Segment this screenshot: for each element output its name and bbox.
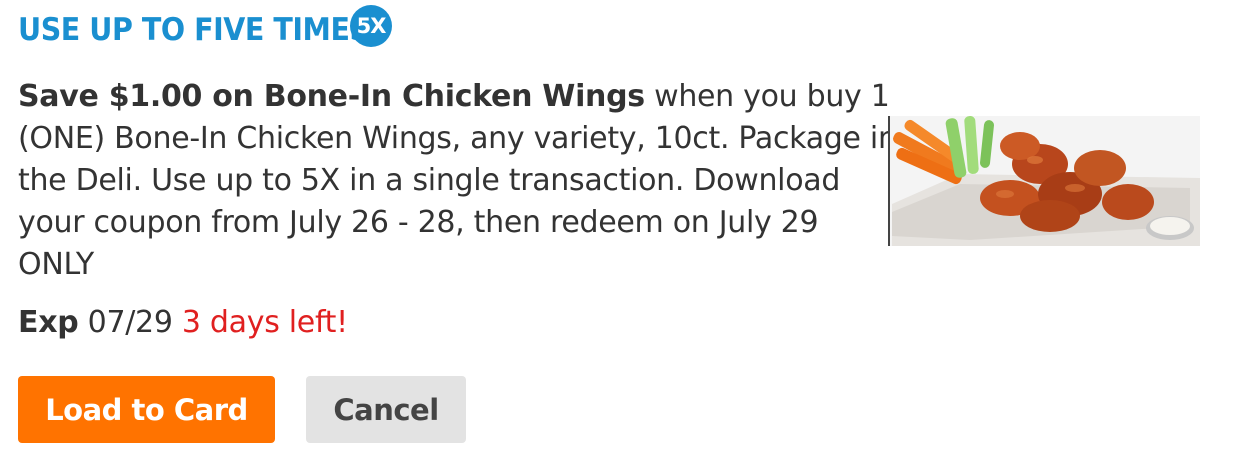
offer-description: Save $1.00 on Bone-In Chicken Wings when… [18,76,898,286]
days-left-warning: 3 days left! [181,305,348,340]
chicken-wings-image [888,116,1200,246]
expiry-info: Exp 07/29 3 days left! [18,305,348,340]
coupon-header: USE UP TO FIVE TIMES [18,12,400,48]
expiry-date: 07/29 [87,305,173,340]
coupon-card: USE UP TO FIVE TIMES 5X Save $1.00 on Bo… [0,0,1236,460]
expiry-label: Exp [18,305,79,340]
cancel-button[interactable]: Cancel [306,376,466,443]
usage-limit-title: USE UP TO FIVE TIMES [18,12,370,48]
offer-headline: Save $1.00 on Bone-In Chicken Wings [18,79,645,114]
load-to-card-button[interactable]: Load to Card [18,376,275,443]
chicken-wings-icon [890,116,1200,246]
usage-limit-badge: 5X [350,5,392,47]
